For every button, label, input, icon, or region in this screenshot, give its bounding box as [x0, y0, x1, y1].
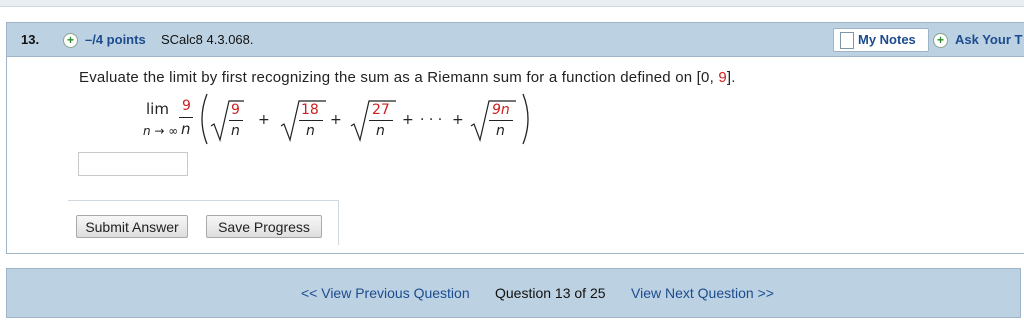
button-area: Submit Answer Save Progress — [68, 200, 339, 245]
question-header: 13. + –/4 points SCalc8 4.3.068. My Note… — [7, 23, 1024, 57]
lim-subscript: n → ∞ — [143, 124, 179, 138]
term-3-numerator: 27 — [372, 102, 390, 118]
save-progress-button[interactable]: Save Progress — [206, 215, 322, 238]
last-term-denominator: n — [496, 123, 505, 139]
term-3-bar — [369, 120, 393, 121]
expand-plus-icon[interactable]: + — [63, 33, 78, 48]
previous-question-link[interactable]: << View Previous Question — [301, 285, 470, 301]
plus-4: + — [452, 112, 464, 128]
right-paren — [522, 93, 529, 145]
coef-numerator: 9 — [182, 98, 191, 114]
question-navigation-bar: << View Previous Question Question 13 of… — [6, 268, 1021, 318]
plus-1: + — [258, 112, 270, 128]
ellipsis: · · · — [420, 112, 443, 128]
notes-document-icon — [840, 32, 854, 49]
lim-label: lim — [146, 100, 169, 118]
term-3-denominator: n — [376, 123, 385, 139]
prompt-end: ]. — [726, 69, 736, 86]
question-id: SCalc8 4.3.068. — [161, 32, 254, 47]
ask-your-teacher-link[interactable]: Ask Your T — [955, 32, 1022, 47]
term-1-numerator: 9 — [231, 102, 240, 118]
next-question-link[interactable]: View Next Question >> — [631, 285, 774, 301]
coef-fraction-bar — [179, 117, 193, 118]
limit-expression: lim n → ∞ 9 n 9 n + 18 n + 27 n + · · · … — [134, 92, 554, 152]
ask-teacher-plus-icon[interactable]: + — [933, 33, 948, 48]
interval-endpoint: 9 — [718, 69, 727, 86]
term-2-numerator: 18 — [301, 102, 319, 118]
plus-3: + — [402, 112, 414, 128]
left-paren — [201, 93, 208, 145]
plus-2: + — [330, 112, 342, 128]
question-position: Question 13 of 25 — [495, 285, 606, 301]
last-term-numerator: 9n — [492, 102, 510, 118]
term-1-bar — [229, 120, 243, 121]
term-1-denominator: n — [231, 123, 240, 139]
coef-denominator: n — [181, 120, 191, 138]
top-separator — [0, 0, 1024, 7]
last-term-bar — [489, 120, 513, 121]
question-number: 13. — [21, 32, 40, 47]
answer-input[interactable] — [78, 152, 188, 176]
prompt-text: Evaluate the limit by first recognizing … — [79, 69, 719, 86]
question-points: –/4 points — [85, 32, 146, 47]
my-notes-label: My Notes — [858, 32, 916, 47]
term-2-denominator: n — [306, 123, 315, 139]
term-2-bar — [299, 120, 323, 121]
my-notes-button[interactable]: My Notes — [833, 28, 929, 52]
question-prompt: Evaluate the limit by first recognizing … — [79, 69, 736, 86]
submit-answer-button[interactable]: Submit Answer — [76, 215, 188, 238]
